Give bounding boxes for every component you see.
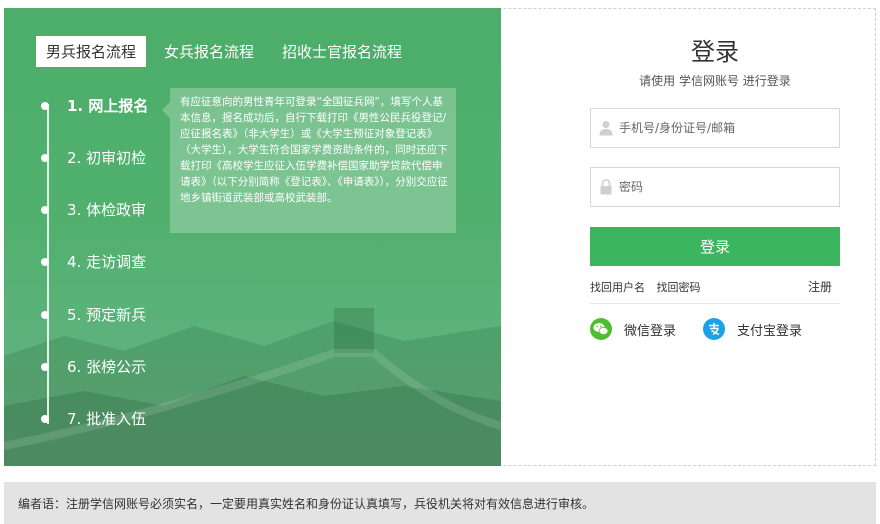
step-label: 7. 批准入伍 — [67, 410, 147, 428]
editor-note: 编者语：注册学信网账号必须实名，一定要用真实姓名和身份证认真填写，兵役机关将对有… — [4, 482, 876, 524]
step-label: 5. 预定新兵 — [67, 306, 147, 324]
wechat-login-label: 微信登录 — [624, 323, 677, 339]
step-dot — [41, 205, 49, 214]
step-label: 6. 张榜公示 — [67, 358, 147, 376]
step-label: 4. 走访调查 — [67, 253, 147, 271]
user-icon — [599, 121, 613, 136]
login-button[interactable]: 登录 — [590, 227, 840, 266]
step-label: 3. 体检政审 — [67, 201, 147, 219]
login-subtitle: 请使用 学信网账号 进行登录 — [639, 74, 791, 88]
alipay-login[interactable]: 支付宝登录 — [703, 318, 802, 340]
step-dot — [41, 310, 49, 319]
password-field[interactable] — [590, 167, 840, 207]
step-public-notice[interactable]: 6. 张榜公示 — [41, 356, 146, 377]
step-physical-political-exam[interactable]: 3. 体检政审 — [41, 199, 146, 220]
step-dot — [41, 257, 49, 266]
step-dot — [41, 101, 49, 110]
tab-nco-process[interactable]: 招收士官报名流程 — [272, 36, 412, 67]
step-approve-enlistment[interactable]: 7. 批准入伍 — [41, 408, 146, 429]
step-dot — [41, 362, 49, 371]
tab-male-process[interactable]: 男兵报名流程 — [36, 36, 147, 67]
step-home-visit[interactable]: 4. 走访调查 — [41, 251, 146, 272]
step-preliminary-check[interactable]: 2. 初审初检 — [41, 147, 146, 168]
step-dot — [41, 153, 49, 162]
step-label: 2. 初审初检 — [67, 149, 147, 167]
step-tooltip: 有应征意向的男性青年可登录“全国征兵网”，填写个人基本信息，报名成功后，自行下载… — [162, 88, 456, 233]
username-field[interactable] — [590, 108, 840, 148]
alipay-login-label: 支付宝登录 — [737, 323, 803, 339]
step-label: 1. 网上报名 — [67, 97, 149, 115]
find-username-link[interactable]: 找回用户名 — [590, 281, 645, 294]
account-links: 找回用户名 找回密码 注册 — [590, 279, 840, 295]
wechat-login[interactable]: 微信登录 — [590, 318, 676, 340]
wechat-icon — [590, 318, 612, 340]
tab-female-process[interactable]: 女兵报名流程 — [154, 36, 264, 67]
step-reserve-recruits[interactable]: 5. 预定新兵 — [41, 304, 146, 325]
lock-icon — [600, 179, 612, 195]
links-divider — [590, 303, 840, 304]
find-password-link[interactable]: 找回密码 — [657, 281, 701, 294]
register-link[interactable]: 注册 — [808, 278, 832, 295]
password-input[interactable] — [619, 180, 819, 194]
login-title: 登录 — [691, 38, 739, 66]
process-panel: 男兵报名流程 女兵报名流程 招收士官报名流程 1. 网上报名 2. 初审初检 3… — [4, 8, 501, 466]
step-dot — [41, 414, 49, 423]
step-online-registration[interactable]: 1. 网上报名 — [41, 95, 148, 116]
username-input[interactable] — [619, 121, 819, 135]
alipay-icon — [703, 318, 725, 340]
process-tabs: 男兵报名流程 女兵报名流程 招收士官报名流程 — [36, 36, 420, 67]
